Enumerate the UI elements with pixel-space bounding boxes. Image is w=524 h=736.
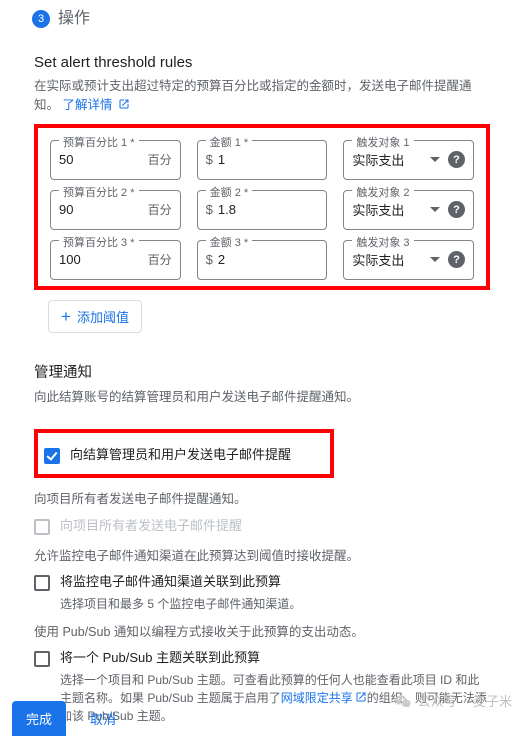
mgmt-desc-pubsub: 使用 Pub/Sub 通知以编程方式接收关于此预算的支出动态。 xyxy=(34,623,490,642)
rule-row: 预算百分比 2 * 90 百分 金额 2 * $ 1.8 触发对象 2 实际支出… xyxy=(50,190,474,230)
field-label: 预算百分比 1 * xyxy=(59,134,139,150)
checkbox-row-monitor: 将监控电子邮件通知渠道关联到此预算 xyxy=(34,574,490,591)
percent-field-1[interactable]: 预算百分比 1 * 50 百分 xyxy=(50,140,181,180)
checkbox-row-pubsub: 将一个 Pub/Sub 主题关联到此预算 xyxy=(34,650,490,667)
percent-value: 100 xyxy=(59,252,144,267)
chevron-down-icon xyxy=(430,157,440,162)
step-number-badge: 3 xyxy=(32,10,50,28)
trigger-field-3[interactable]: 触发对象 3 实际支出 ? xyxy=(343,240,474,280)
watermark-prefix: 公众号 xyxy=(418,691,457,710)
amount-value: 2 xyxy=(218,252,318,267)
add-threshold-label: 添加阈值 xyxy=(77,307,129,326)
mgmt-title: 管理通知 xyxy=(34,361,490,382)
help-icon[interactable]: ? xyxy=(448,251,465,268)
checkbox-owner-email[interactable] xyxy=(34,519,50,535)
field-label: 金额 2 * xyxy=(206,184,253,200)
threshold-desc: 在实际或预计支出超过特定的预算百分比或指定的金额时，发送电子邮件提醒通知。 了解… xyxy=(34,77,490,116)
amount-field-1[interactable]: 金额 1 * $ 1 xyxy=(197,140,328,180)
percent-value: 50 xyxy=(59,152,144,167)
amount-field-3[interactable]: 金额 3 * $ 2 xyxy=(197,240,328,280)
admin-email-highlight: 向结算管理员和用户发送电子邮件提醒 xyxy=(34,429,334,478)
percent-suffix: 百分 xyxy=(148,201,172,218)
trigger-value: 实际支出 xyxy=(352,250,424,269)
currency-prefix: $ xyxy=(206,252,213,267)
help-icon[interactable]: ? xyxy=(448,201,465,218)
field-label: 预算百分比 3 * xyxy=(59,234,139,250)
trigger-value: 实际支出 xyxy=(352,200,424,219)
checkbox-admin-email[interactable] xyxy=(44,448,60,464)
percent-suffix: 百分 xyxy=(148,151,172,168)
threshold-title: Set alert threshold rules xyxy=(34,54,490,71)
field-label: 触发对象 2 xyxy=(352,184,413,200)
field-label: 触发对象 1 xyxy=(352,134,413,150)
watermark-name: 麦子米 xyxy=(473,691,512,710)
threshold-rules-highlight: 预算百分比 1 * 50 百分 金额 1 * $ 1 触发对象 1 实际支出 ? xyxy=(34,124,490,290)
rules-grid: 预算百分比 1 * 50 百分 金额 1 * $ 1 触发对象 1 实际支出 ? xyxy=(50,140,474,280)
help-icon[interactable]: ? xyxy=(448,151,465,168)
field-label: 金额 1 * xyxy=(206,134,253,150)
rule-row: 预算百分比 3 * 100 百分 金额 3 * $ 2 触发对象 3 实际支出 … xyxy=(50,240,474,280)
amount-field-2[interactable]: 金额 2 * $ 1.8 xyxy=(197,190,328,230)
step-header: 3 操作 xyxy=(0,0,524,36)
wechat-icon xyxy=(394,694,412,708)
percent-field-2[interactable]: 预算百分比 2 * 90 百分 xyxy=(50,190,181,230)
field-label: 预算百分比 2 * xyxy=(59,184,139,200)
field-label: 金额 3 * xyxy=(206,234,253,250)
amount-value: 1 xyxy=(218,152,318,167)
checkbox-row-owner: 向项目所有者发送电子邮件提醒 xyxy=(34,518,490,535)
percent-field-3[interactable]: 预算百分比 3 * 100 百分 xyxy=(50,240,181,280)
trigger-field-1[interactable]: 触发对象 1 实际支出 ? xyxy=(343,140,474,180)
external-link-icon xyxy=(118,97,130,109)
checkbox-pubsub[interactable] xyxy=(34,651,50,667)
learn-more-link[interactable]: 了解详情 xyxy=(63,98,113,112)
domain-restrict-link[interactable]: 网域限定共享 xyxy=(281,691,353,705)
checkbox-owner-label: 向项目所有者发送电子邮件提醒 xyxy=(60,518,242,535)
mgmt-desc-owner: 向项目所有者发送电子邮件提醒通知。 xyxy=(34,490,490,509)
cancel-button[interactable]: 取消 xyxy=(84,701,122,736)
done-button[interactable]: 完成 xyxy=(12,701,66,736)
footer-buttons: 完成 取消 xyxy=(12,701,122,736)
amount-value: 1.8 xyxy=(218,202,318,217)
currency-prefix: $ xyxy=(206,152,213,167)
mgmt-desc-monitor: 允许监控电子邮件通知渠道在此预算达到阈值时接收提醒。 xyxy=(34,547,490,566)
checkbox-admin-label: 向结算管理员和用户发送电子邮件提醒 xyxy=(70,447,291,464)
checkbox-row-admin: 向结算管理员和用户发送电子邮件提醒 xyxy=(44,447,320,464)
trigger-value: 实际支出 xyxy=(352,150,424,169)
checkbox-monitor-sub: 选择项目和最多 5 个监控电子邮件通知渠道。 xyxy=(60,595,490,613)
currency-prefix: $ xyxy=(206,202,213,217)
checkbox-monitor[interactable] xyxy=(34,575,50,591)
percent-suffix: 百分 xyxy=(148,251,172,268)
checkbox-monitor-label: 将监控电子邮件通知渠道关联到此预算 xyxy=(60,574,281,591)
chevron-down-icon xyxy=(430,207,440,212)
percent-value: 90 xyxy=(59,202,144,217)
checkbox-pubsub-label: 将一个 Pub/Sub 主题关联到此预算 xyxy=(60,650,260,667)
add-threshold-button[interactable]: + 添加阈值 xyxy=(48,300,142,333)
plus-icon: + xyxy=(61,308,71,325)
chevron-down-icon xyxy=(430,257,440,262)
trigger-field-2[interactable]: 触发对象 2 实际支出 ? xyxy=(343,190,474,230)
field-label: 触发对象 3 xyxy=(352,234,413,250)
watermark: 公众号 · 麦子米 xyxy=(394,691,512,710)
step-label: 操作 xyxy=(58,10,90,27)
rule-row: 预算百分比 1 * 50 百分 金额 1 * $ 1 触发对象 1 实际支出 ? xyxy=(50,140,474,180)
external-link-icon xyxy=(355,690,367,702)
mgmt-desc-admin: 向此结算账号的结算管理员和用户发送电子邮件提醒通知。 xyxy=(34,388,490,407)
